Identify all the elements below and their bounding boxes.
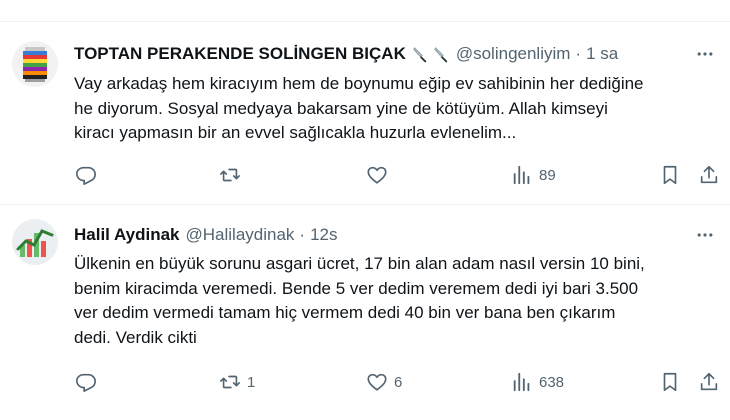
view-count: 638 [539, 373, 565, 391]
retweet-button[interactable]: 1 [219, 370, 255, 394]
bookmark-button[interactable] [659, 163, 681, 187]
heart-icon [367, 373, 387, 391]
reply-icon [76, 373, 96, 392]
tweet-text-line: he diyorum. Sosyal medyaya bakarsam yine… [74, 98, 608, 118]
bookmark-icon [663, 165, 677, 185]
view-count: 89 [539, 166, 556, 184]
tweet-text-line: kiracı yapmasın bir an evvel sağlıcakla … [74, 123, 517, 142]
reply-icon [76, 166, 96, 185]
separator-dot: · [575, 44, 582, 63]
tweet-text-line: benim kiracimda veremedi. Bende 5 ver de… [74, 278, 639, 298]
chart-avatar-image [12, 219, 58, 265]
retweet-icon [220, 375, 240, 389]
tweet-text-line: ver dedim vermedi tamam hiç vermem dedi … [74, 303, 616, 322]
views-icon [513, 372, 530, 392]
avatar[interactable] [12, 219, 58, 265]
heart-icon [367, 166, 387, 184]
user-handle[interactable]: @Halilaydinak [186, 224, 295, 246]
bookmark-button[interactable] [659, 370, 681, 394]
more-dots-icon [697, 52, 713, 56]
tweet-text-line: dedi. Verdik cikti [74, 327, 197, 347]
tweet[interactable]: TOPTAN PERAKENDE SOLİNGEN BIÇAK @solinge… [0, 23, 730, 205]
views-button[interactable]: 638 [511, 370, 564, 394]
display-name[interactable]: TOPTAN PERAKENDE SOLİNGEN BIÇAK [74, 43, 406, 65]
tweet-text-line: Vay arkadaş hem kiracıyım hem de boynumu… [74, 74, 644, 93]
share-icon [700, 165, 718, 184]
user-handle[interactable]: @solingenliyim [456, 43, 571, 65]
like-count: 6 [394, 373, 403, 391]
retweet-button[interactable] [219, 163, 247, 187]
like-button[interactable]: 6 [366, 370, 402, 394]
views-icon [513, 165, 530, 185]
knife-emoji-icon [413, 46, 427, 63]
avatar[interactable] [12, 41, 58, 87]
tweet-text-line: Ülkenin en büyük sorunu asgari ücret, 17… [74, 254, 645, 273]
timestamp[interactable]: 1 sa [586, 43, 618, 65]
more-dots-icon [697, 233, 713, 237]
name-emoji-group [412, 46, 450, 63]
more-options-button[interactable] [694, 224, 716, 246]
more-options-button[interactable] [694, 43, 716, 65]
timestamp[interactable]: 12s [310, 224, 337, 246]
reply-button[interactable] [75, 370, 103, 394]
reply-button[interactable] [75, 163, 103, 187]
retweet-count: 1 [247, 373, 256, 391]
like-button[interactable] [366, 163, 394, 187]
tweet[interactable]: Halil Aydinak @Halilaydinak · 12s Ülkeni… [0, 206, 730, 420]
knives-avatar-image [12, 41, 58, 87]
views-button[interactable]: 89 [511, 163, 556, 187]
bookmark-icon [663, 372, 677, 392]
share-button[interactable] [698, 163, 720, 187]
share-button[interactable] [698, 370, 720, 394]
knife-emoji-icon [434, 46, 448, 63]
separator-dot: · [299, 225, 306, 244]
tweet-actions: 1 6 638 [0, 370, 730, 394]
display-name[interactable]: Halil Aydinak [74, 224, 180, 246]
retweet-icon [220, 168, 240, 182]
previous-tweet-edge [0, 0, 730, 22]
tweet-actions: 89 [0, 163, 730, 187]
tweet-text: Vay arkadaş hem kiracıyım hem de boynumu… [74, 72, 726, 146]
tweet-header: Halil Aydinak @Halilaydinak · 12s [74, 224, 666, 246]
tweet-header: TOPTAN PERAKENDE SOLİNGEN BIÇAK @solinge… [74, 43, 666, 65]
tweet-text: Ülkenin en büyük sorunu asgari ücret, 17… [74, 252, 726, 350]
share-icon [700, 372, 718, 391]
